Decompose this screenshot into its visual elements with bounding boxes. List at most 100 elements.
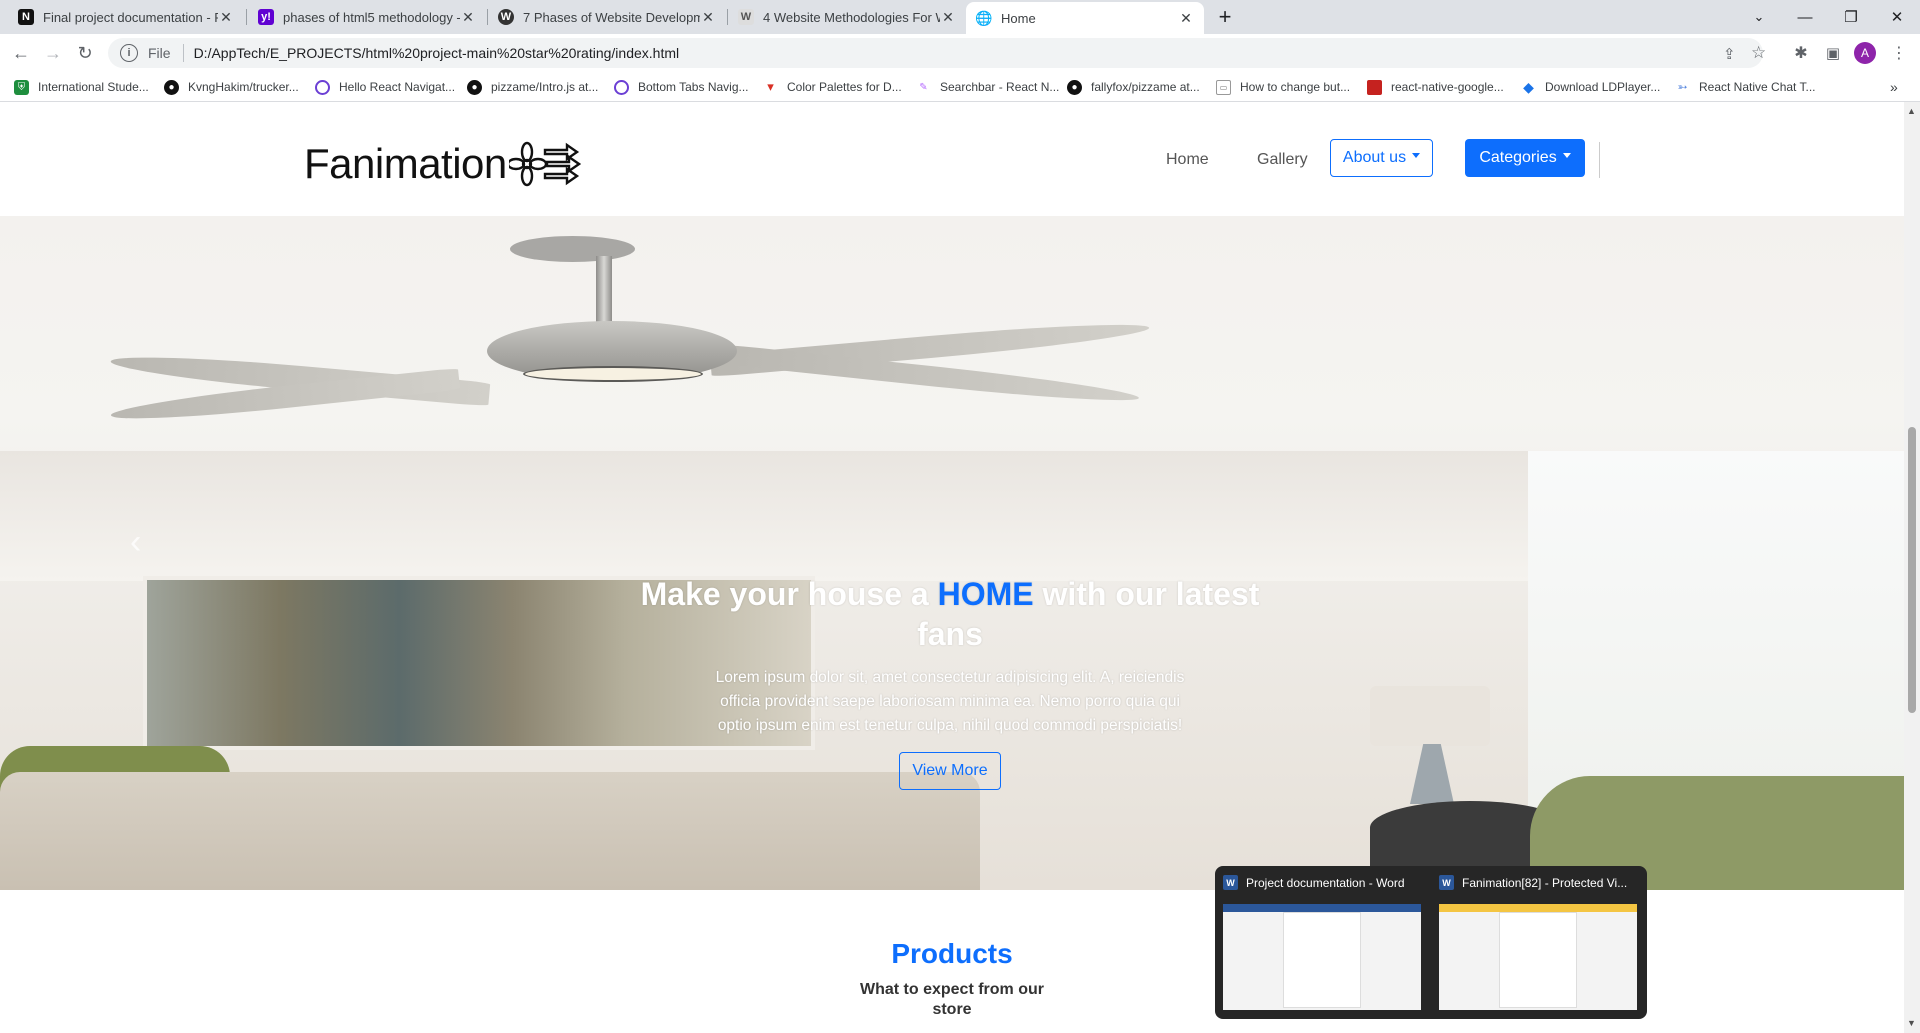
bookmark-item[interactable]: ✎ Searchbar - React N... bbox=[916, 78, 1059, 96]
close-icon[interactable]: ✕ bbox=[700, 9, 716, 26]
products-heading: Products bbox=[891, 938, 1013, 969]
nav-divider bbox=[1599, 142, 1600, 178]
window-close-button[interactable]: ✕ bbox=[1874, 0, 1920, 34]
bookmark-item[interactable]: ● pizzame/Intro.js at... bbox=[467, 78, 598, 96]
minimize-button[interactable]: — bbox=[1782, 0, 1828, 34]
bookmark-item[interactable]: ◆ Download LDPlayer... bbox=[1521, 78, 1660, 96]
categories-dropdown-button[interactable]: Categories bbox=[1465, 139, 1585, 177]
bookmark-label: pizzame/Intro.js at... bbox=[491, 80, 599, 94]
carousel-prev-icon[interactable]: ‹ bbox=[130, 523, 141, 562]
bookmark-label: Download LDPlayer... bbox=[1545, 80, 1661, 94]
url-text[interactable]: D:/AppTech/E_PROJECTS/html%20project-mai… bbox=[194, 45, 680, 61]
scrollbar-thumb[interactable] bbox=[1908, 427, 1916, 713]
page-scrollbar[interactable]: ▲ ▼ bbox=[1904, 102, 1920, 1033]
new-tab-button[interactable]: + bbox=[1202, 0, 1248, 34]
nav-home-link[interactable]: Home bbox=[1166, 151, 1209, 169]
info-icon[interactable]: i bbox=[120, 44, 138, 62]
close-icon[interactable]: ✕ bbox=[460, 9, 476, 26]
notion-icon: N bbox=[18, 9, 34, 25]
bookmark-item[interactable]: ▾ Color Palettes for D... bbox=[763, 78, 901, 96]
about-us-label: About us bbox=[1342, 149, 1407, 166]
bookmark-star-icon[interactable]: ☆ bbox=[1751, 43, 1766, 63]
back-icon[interactable]: ← bbox=[8, 40, 34, 66]
site-navbar: Fanimation Home Gallery About us Categor bbox=[0, 102, 1904, 214]
tab-title: Home bbox=[1001, 10, 1036, 26]
tab-title: phases of html5 methodology - Y bbox=[283, 9, 460, 25]
tab-search-icon[interactable]: ⌄ bbox=[1736, 0, 1782, 34]
scroll-down-icon[interactable]: ▼ bbox=[1907, 1018, 1916, 1028]
react-navigation-icon bbox=[315, 79, 330, 95]
hero-image-lamp bbox=[1370, 686, 1490, 746]
bookmark-item[interactable]: ● KvngHakim/trucker... bbox=[164, 78, 299, 96]
hero-caption: Make your house a HOME with our latest f… bbox=[640, 574, 1260, 790]
profile-initial: A bbox=[1854, 42, 1876, 64]
hero-description: Lorem ipsum dolor sit, amet consectetur … bbox=[715, 669, 1185, 734]
tab-title: 4 Website Methodologies For We bbox=[763, 9, 940, 25]
browser-tab-1[interactable]: N Final project documentation - Pr ✕ bbox=[8, 0, 244, 34]
fan-light bbox=[523, 366, 703, 382]
tab-title: Final project documentation - Pr bbox=[43, 9, 218, 25]
caret-down-icon bbox=[1412, 152, 1421, 158]
bookmark-item[interactable]: Hello React Navigat... bbox=[315, 78, 455, 96]
bookmark-item[interactable]: Bottom Tabs Navig... bbox=[614, 78, 749, 96]
forward-icon[interactable]: → bbox=[40, 40, 66, 66]
brand-name: Fanimation bbox=[304, 140, 507, 187]
bookmark-item[interactable]: ⛨ International Stude... bbox=[14, 78, 149, 96]
preview-window-1[interactable]: W Project documentation - Word bbox=[1215, 866, 1427, 1019]
chat-icon: ➳ bbox=[1677, 80, 1688, 94]
close-icon[interactable]: ✕ bbox=[1178, 10, 1194, 27]
side-panel-icon[interactable]: ▣ bbox=[1820, 40, 1846, 66]
bookmark-label: International Stude... bbox=[38, 80, 149, 94]
feather-icon: ✎ bbox=[919, 81, 928, 93]
bookmark-label: react-native-google... bbox=[1391, 80, 1504, 94]
scroll-up-icon[interactable]: ▲ bbox=[1907, 106, 1916, 116]
address-bar[interactable]: i File D:/AppTech/E_PROJECTS/html%20proj… bbox=[108, 38, 1766, 68]
bookmark-label: fallyfox/pizzame at... bbox=[1091, 80, 1200, 94]
share-icon[interactable]: ⇪ bbox=[1723, 45, 1736, 63]
fan-rod bbox=[596, 256, 612, 326]
hero-title-highlight: HOME bbox=[937, 576, 1034, 612]
ldplayer-icon: ◆ bbox=[1523, 78, 1534, 95]
restore-button[interactable]: ❐ bbox=[1828, 0, 1874, 34]
word-icon: W bbox=[1223, 875, 1238, 890]
caret-down-icon bbox=[1562, 152, 1571, 158]
close-icon[interactable]: ✕ bbox=[940, 9, 956, 26]
browser-tab-4[interactable]: W 4 Website Methodologies For We ✕ bbox=[728, 0, 966, 34]
taskbar-window-previews: W Project documentation - Word W Fanimatio… bbox=[1215, 866, 1647, 1019]
avatar[interactable]: A bbox=[1852, 40, 1878, 66]
fan-mount bbox=[510, 236, 635, 262]
palette-icon: ▾ bbox=[767, 79, 774, 94]
hero-title-start: Make your house a bbox=[640, 576, 938, 612]
browser-tab-5[interactable]: 🌐 Home ✕ bbox=[966, 2, 1204, 34]
more-bookmarks-icon[interactable]: » bbox=[1890, 78, 1898, 96]
page-icon: ▭ bbox=[1216, 79, 1231, 95]
close-icon[interactable]: ✕ bbox=[218, 9, 234, 26]
w-icon: W bbox=[738, 9, 754, 25]
bookmark-label: React Native Chat T... bbox=[1699, 80, 1816, 94]
brand-logo[interactable]: Fanimation bbox=[304, 136, 581, 192]
nav-gallery-link[interactable]: Gallery bbox=[1257, 151, 1308, 169]
github-icon: ● bbox=[1067, 79, 1082, 95]
bookmark-item[interactable]: ● fallyfox/pizzame at... bbox=[1067, 78, 1200, 96]
browser-tab-2[interactable]: y! phases of html5 methodology - Y ✕ bbox=[248, 0, 486, 34]
bookmark-item[interactable]: react-native-google... bbox=[1367, 78, 1504, 96]
hero-image-lamp-base bbox=[1410, 744, 1454, 804]
preview-thumbnail bbox=[1439, 904, 1637, 1010]
npm-icon bbox=[1367, 79, 1382, 95]
products-subheading: What to expect from our store bbox=[859, 981, 1044, 1018]
bookmark-label: Searchbar - React N... bbox=[940, 80, 1060, 94]
view-more-button[interactable]: View More bbox=[899, 752, 1001, 790]
menu-icon[interactable]: ⋮ bbox=[1886, 40, 1912, 66]
about-us-dropdown-button[interactable]: About us bbox=[1330, 139, 1433, 177]
preview-window-2[interactable]: W Fanimation[82] - Protected Vi... bbox=[1431, 866, 1643, 1019]
yahoo-icon: y! bbox=[258, 9, 274, 25]
extensions-icon[interactable]: ✱ bbox=[1788, 40, 1814, 66]
preview-thumbnail bbox=[1223, 904, 1421, 1010]
browser-tab-3[interactable]: W 7 Phases of Website Developmen ✕ bbox=[488, 0, 726, 34]
bookmarks-bar: ⛨ International Stude... ● KvngHakim/truck… bbox=[0, 72, 1920, 102]
bookmark-label: How to change but... bbox=[1240, 80, 1351, 94]
bookmark-item[interactable]: ▭ How to change but... bbox=[1216, 78, 1350, 96]
reload-icon[interactable]: ↻ bbox=[72, 40, 98, 66]
react-navigation-icon bbox=[614, 79, 629, 95]
bookmark-item[interactable]: ➳ React Native Chat T... bbox=[1675, 78, 1816, 96]
